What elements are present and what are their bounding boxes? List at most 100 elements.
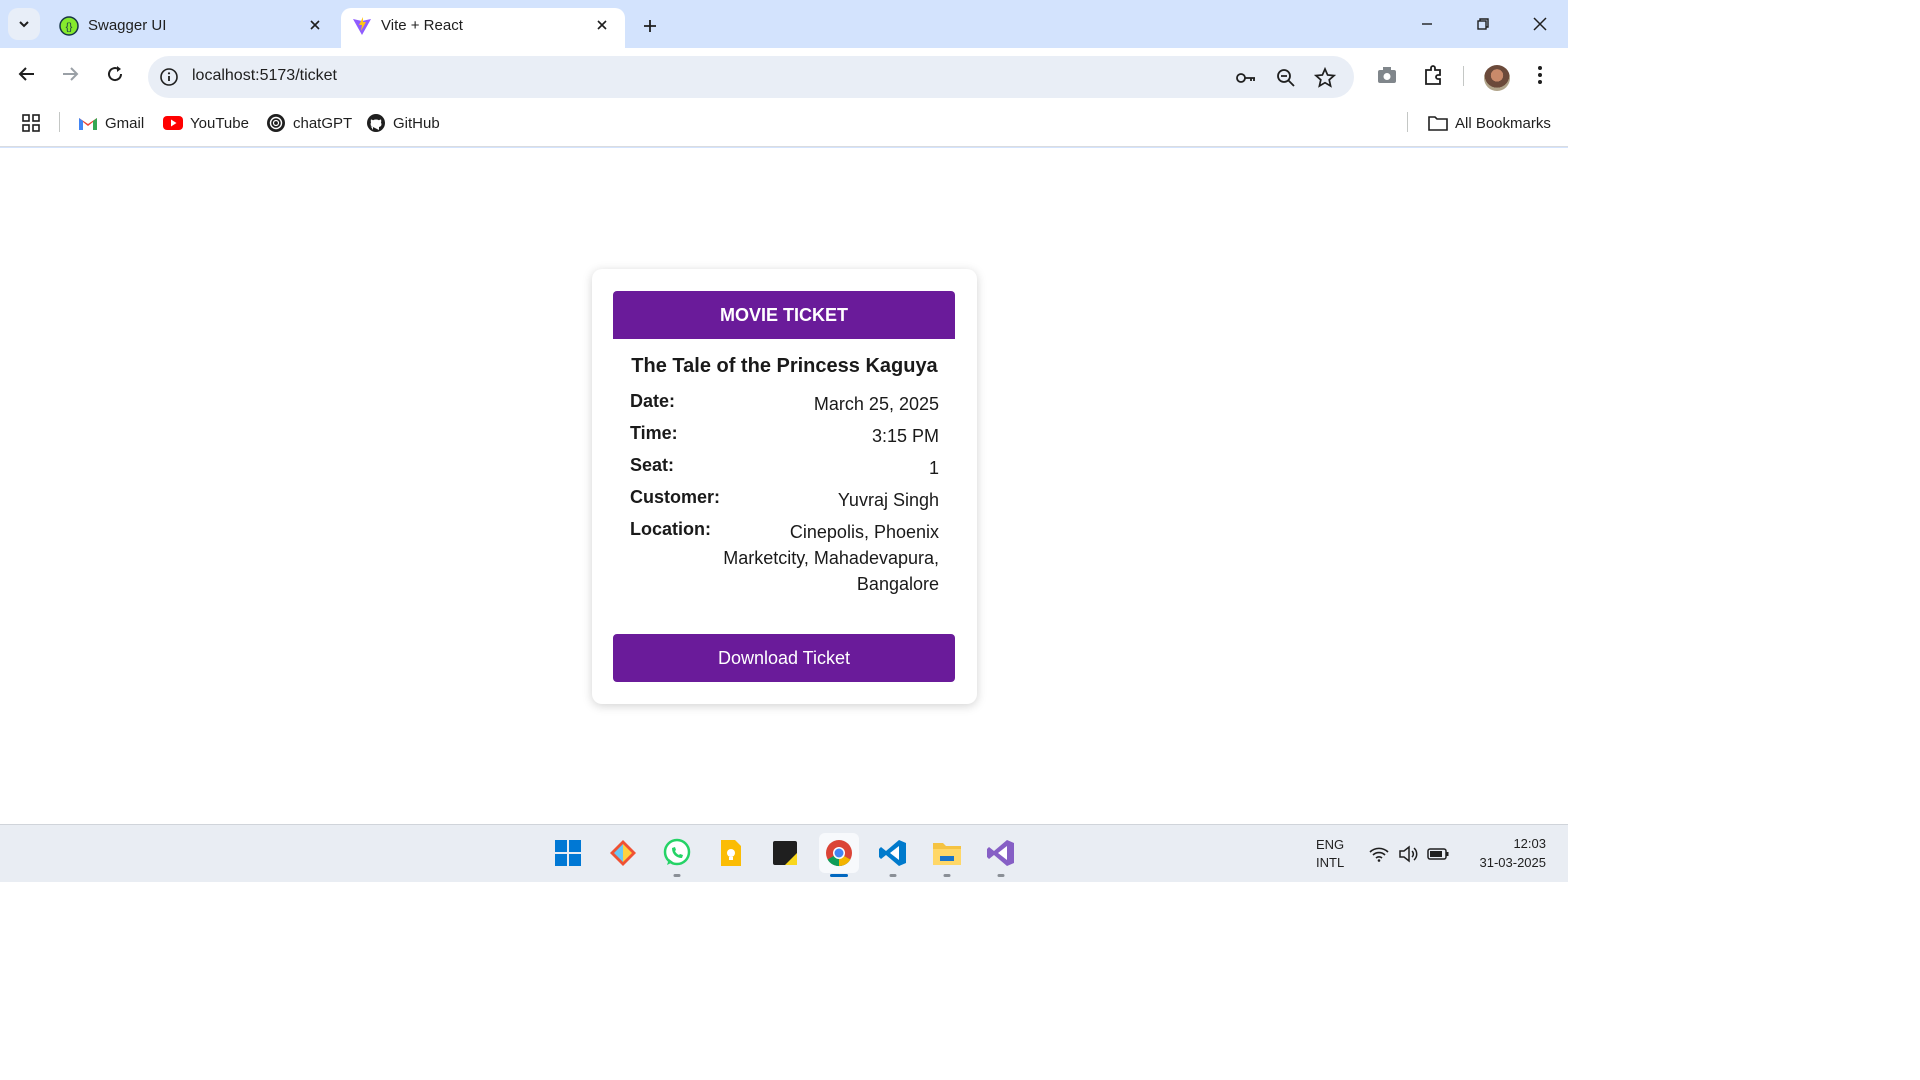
visual-studio-icon[interactable] — [981, 833, 1021, 877]
address-bar[interactable]: localhost:5173/ticket — [148, 56, 1354, 98]
page-content: MOVIE TICKET The Tale of the Princess Ka… — [0, 148, 1568, 824]
arrow-left-icon — [18, 67, 34, 81]
field-label: Date: — [630, 391, 676, 411]
bookmarks-divider — [1407, 112, 1408, 132]
menu-kebab-icon[interactable] — [1527, 62, 1553, 88]
zoom-icon[interactable] — [1274, 66, 1298, 90]
tab-title: Swagger UI — [88, 17, 167, 34]
site-info-icon[interactable] — [158, 66, 180, 88]
field-value: Cinepolis, Phoenix Marketcity, Mahadevap… — [723, 519, 939, 597]
field-label: Seat: — [630, 455, 675, 475]
field-value: Yuvraj Singh — [837, 490, 939, 510]
forward-button[interactable] — [56, 60, 84, 88]
url-text[interactable]: localhost:5173/ticket — [192, 67, 337, 85]
running-indicator — [997, 874, 1005, 877]
close-tab-icon[interactable] — [304, 14, 326, 36]
back-button[interactable] — [13, 60, 41, 88]
taskbar: ENG INTL 12:03 31-03-2025 — [0, 824, 1568, 882]
restore-button[interactable] — [1469, 10, 1497, 38]
battery-icon[interactable] — [1427, 843, 1449, 865]
vscode-icon[interactable] — [873, 833, 913, 877]
svg-text:{}: {} — [66, 22, 73, 33]
layout-label: INTL — [1316, 855, 1345, 870]
all-bookmarks-label: All Bookmarks — [1455, 114, 1551, 132]
minimize-button[interactable] — [1413, 10, 1441, 38]
running-indicator — [889, 874, 897, 877]
bookmarks-divider — [59, 112, 60, 132]
openai-icon — [266, 113, 286, 133]
bookmark-youtube[interactable]: YouTube — [163, 112, 249, 134]
browser-chrome: {} Swagger UI Vite + React localhost:517… — [0, 0, 1568, 148]
bookmark-chatgpt[interactable]: chatGPT — [266, 112, 352, 134]
ticket-card: MOVIE TICKET The Tale of the Princess Ka… — [592, 269, 977, 704]
toolbar-divider — [1463, 66, 1464, 86]
profile-avatar[interactable] — [1484, 65, 1510, 91]
vite-icon — [353, 17, 371, 35]
reload-button[interactable] — [101, 60, 129, 88]
apps-grid-icon[interactable] — [21, 112, 41, 134]
field-value: 3:15 PM — [871, 426, 939, 446]
bookmark-gmail[interactable]: Gmail — [78, 112, 144, 134]
tab-title: Vite + React — [381, 17, 463, 34]
tab-strip: {} Swagger UI Vite + React — [0, 0, 1568, 48]
field-value: March 25, 2025 — [813, 394, 939, 414]
close-icon — [1533, 17, 1547, 31]
clock-date: 31-03-2025 — [1479, 855, 1547, 870]
all-bookmarks-button[interactable]: All Bookmarks — [1428, 112, 1551, 134]
bookmark-star-icon[interactable] — [1313, 66, 1337, 90]
whatsapp-icon[interactable] — [657, 833, 697, 877]
password-key-icon[interactable] — [1234, 66, 1258, 90]
field-value: 1 — [928, 458, 939, 478]
close-tab-icon[interactable] — [591, 14, 613, 36]
download-ticket-button[interactable]: Download Ticket — [613, 634, 955, 682]
language-label: ENG — [1316, 837, 1345, 852]
bookmarks-bar: Gmail YouTube chatGPT GitHub All Bookmar… — [0, 100, 1568, 147]
bookmark-label: YouTube — [190, 114, 249, 132]
bookmark-label: GitHub — [393, 114, 440, 132]
tab-search-button[interactable] — [8, 8, 40, 40]
field-label: Time: — [630, 423, 678, 443]
github-icon — [366, 113, 386, 133]
volume-icon[interactable] — [1397, 843, 1419, 865]
extensions-icon[interactable] — [1420, 62, 1446, 88]
browser-toolbar: localhost:5173/ticket — [0, 48, 1568, 100]
plus-icon — [644, 20, 656, 32]
location-line: Marketcity, Mahadevapura, — [723, 548, 939, 568]
clock-time: 12:03 — [1513, 836, 1546, 851]
tab-vite-react[interactable]: Vite + React — [341, 8, 625, 48]
close-window-button[interactable] — [1526, 10, 1554, 38]
running-indicator — [830, 874, 848, 877]
ticket-header: MOVIE TICKET — [613, 291, 955, 339]
screenshot-camera-icon[interactable] — [1374, 62, 1400, 88]
youtube-icon — [163, 113, 183, 133]
wifi-icon[interactable] — [1368, 843, 1390, 865]
git-icon[interactable] — [603, 833, 643, 873]
running-indicator — [943, 874, 951, 877]
minimize-icon — [1422, 23, 1432, 25]
chevron-down-icon — [19, 21, 29, 28]
swagger-icon: {} — [59, 16, 79, 36]
bookmark-label: Gmail — [105, 114, 145, 132]
field-label: Customer: — [630, 487, 721, 507]
field-label: Location: — [630, 519, 711, 539]
bookmark-github[interactable]: GitHub — [366, 112, 440, 134]
input-language-indicator[interactable]: ENG INTL — [1316, 836, 1344, 872]
new-tab-button[interactable] — [636, 12, 664, 40]
running-indicator — [673, 874, 681, 877]
folder-icon — [1428, 113, 1448, 133]
location-line: Cinepolis, Phoenix — [789, 522, 939, 542]
windows-start-icon[interactable] — [548, 833, 588, 873]
sticky-notes-icon[interactable] — [765, 833, 805, 873]
gmail-icon — [78, 113, 98, 133]
movie-title: The Tale of the Princess Kaguya — [631, 355, 938, 377]
arrow-right-icon — [63, 67, 79, 81]
file-explorer-icon[interactable] — [927, 833, 967, 877]
chrome-icon[interactable] — [819, 833, 859, 877]
tab-swagger-ui[interactable]: {} Swagger UI — [48, 8, 338, 48]
restore-icon — [1477, 18, 1489, 30]
system-clock[interactable]: 12:03 31-03-2025 — [1480, 834, 1547, 872]
reload-icon — [108, 66, 123, 82]
location-line: Bangalore — [856, 574, 939, 594]
keep-icon[interactable] — [711, 833, 751, 873]
bookmark-label: chatGPT — [293, 114, 353, 132]
